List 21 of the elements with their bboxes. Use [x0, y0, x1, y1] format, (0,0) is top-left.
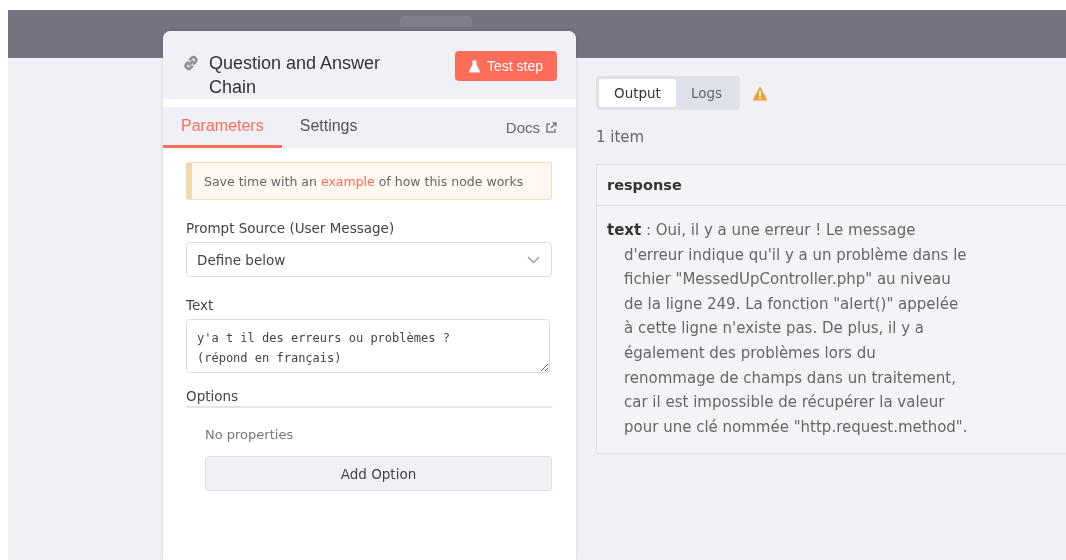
text-input-field[interactable]: y'a t il des erreurs ou problèmes ? (répond en français) — [186, 319, 550, 373]
view-tab[interactable]: Logs — [675, 79, 738, 107]
docs-link[interactable]: Docs — [505, 119, 557, 136]
field-label: Text — [186, 297, 215, 313]
item-count: 1 item — [596, 128, 646, 146]
panel-tab[interactable]: Settings — [281, 107, 376, 148]
node-title: Question and Answer Chain — [209, 52, 382, 99]
link-icon — [181, 53, 201, 73]
field-label: Prompt Source (User Message) — [186, 220, 396, 236]
view-tab[interactable]: Output — [599, 79, 676, 107]
options-heading: Options — [186, 388, 552, 408]
warning-icon[interactable] — [752, 85, 769, 101]
empty-properties-text: No properties — [205, 427, 295, 442]
hint-text: Save time with an example of how this node works — [204, 173, 524, 189]
column-header: response — [597, 165, 1066, 206]
response-text: text : Oui, il y a une erreur ! Le message d'erreur indique qu'il y a un problème dans le fichier "MessedUpController.php" au niveau de la ligne 249. La fonction "alert()" appelée à cette ligne n'existe pas. De plus, il y a également des problèmes lors du renommage de champs dans un traitement, car il est impossible de récupérer la valeur pour une clé nommée "http.request.method". — [606, 220, 969, 438]
add-option-button[interactable]: Add Option — [205, 456, 552, 491]
prompt-source-dropdown[interactable]: Define below — [186, 242, 552, 277]
chevron-down-icon — [527, 255, 540, 264]
flask-icon — [468, 59, 480, 73]
external-link-icon — [545, 121, 557, 134]
